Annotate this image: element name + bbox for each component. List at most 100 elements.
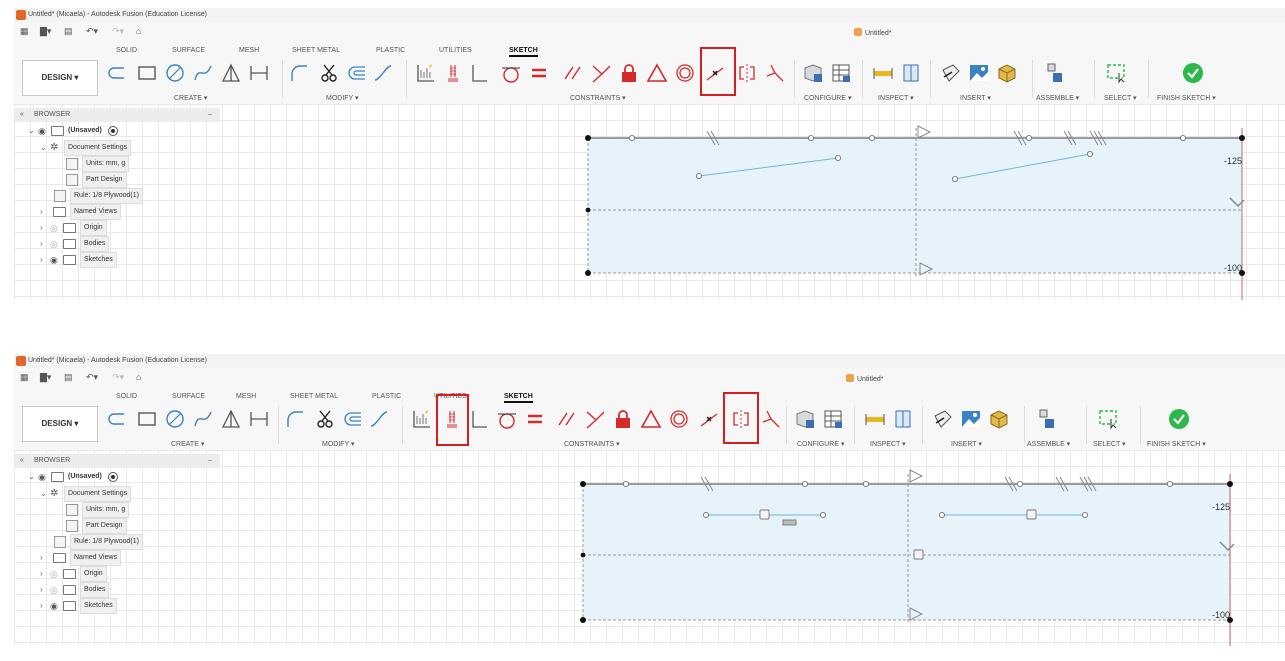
file-menu-icon[interactable]: ▇▾ [40,372,51,383]
symmetry-icon[interactable] [734,60,760,86]
create-group-label[interactable]: CREATE ▾ [174,94,207,102]
document-tab[interactable]: Untitled* [854,28,891,37]
inspect-group-label[interactable]: INSPECT ▾ [878,94,914,102]
corner-point[interactable] [580,481,586,487]
tab-sheet-metal[interactable]: SHEET METAL [290,393,338,400]
browser-collapse-icon[interactable]: « [20,108,24,122]
home-icon[interactable]: ⌂ [136,26,141,36]
corner-point[interactable] [1239,135,1245,141]
sketch-point[interactable] [696,173,703,180]
insert-group-label[interactable]: INSERT ▾ [951,440,982,448]
configure-table-icon[interactable] [820,406,846,432]
browser-item-units[interactable]: Units: mm, g [66,502,130,518]
concentric-icon[interactable] [672,60,698,86]
project-icon[interactable] [106,406,132,432]
sketch-point[interactable] [807,134,814,141]
redo-icon[interactable]: ↷▾ [112,372,124,383]
sketch-point[interactable] [1082,512,1089,519]
tab-solid[interactable]: SOLID [116,393,137,400]
tab-mesh[interactable]: MESH [236,393,256,400]
eye-icon[interactable]: ◉ [50,599,60,613]
expand-arrow-icon[interactable]: › [40,551,50,565]
configure-table-icon[interactable] [828,60,854,86]
tab-mesh[interactable]: MESH [239,47,259,54]
tab-surface[interactable]: SURFACE [172,47,205,54]
modify-group-label[interactable]: MODIFY ▾ [326,94,359,102]
parallel-icon[interactable] [560,60,586,86]
save-icon[interactable]: ▤ [64,26,73,37]
tab-surface[interactable]: SURFACE [172,393,205,400]
browser-item-origin[interactable]: › ◎ Origin [40,566,107,582]
inspect-section-icon[interactable] [898,60,924,86]
undo-icon[interactable]: ↶▾ [86,372,98,383]
corner-point[interactable] [585,207,591,213]
spline-icon[interactable] [190,406,216,432]
sketch-point[interactable] [629,134,636,141]
perpendicular-icon[interactable] [588,60,614,86]
expand-arrow-icon[interactable]: › [40,583,50,597]
circle-icon[interactable] [162,406,188,432]
tab-solid[interactable]: SOLID [116,47,137,54]
sketch-point[interactable] [862,480,869,487]
browser-item-part-design[interactable]: Part Design [66,518,127,534]
midpoint-constraint-icon[interactable] [696,406,722,432]
assemble-group-label[interactable]: ASSEMBLE ▾ [1027,440,1070,448]
sketch-geometry[interactable]: -125 -100 [570,454,1270,646]
browser-root-row[interactable]: ⌄ ◉ (Unsaved) [28,470,118,484]
dimension-line-icon[interactable] [246,406,272,432]
triangle-constraint-icon[interactable] [644,60,670,86]
collapse-arrow-icon[interactable]: ⌄ [40,487,50,501]
insert-decal-icon[interactable] [938,60,964,86]
browser-item-named-views[interactable]: › Named Views [40,550,122,566]
line-icon[interactable] [466,406,492,432]
tab-sketch[interactable]: SKETCH [509,47,538,57]
eye-icon[interactable]: ◉ [38,470,48,484]
sketch-point[interactable] [623,480,630,487]
browser-item-rule[interactable]: Rule: 1/8 Plywood(1) [54,188,143,204]
browser-item-sketches[interactable]: › ◉ Sketches [40,252,117,268]
show-hide-constraints-icon[interactable] [440,60,466,86]
expand-arrow-icon[interactable]: › [40,237,50,251]
browser-item-document-settings[interactable]: ⌄ ✲ Document Settings [40,140,132,156]
triangle-icon[interactable] [218,406,244,432]
corner-point[interactable] [1227,481,1233,487]
triangle-icon[interactable] [218,60,244,86]
line-icon[interactable] [466,60,492,86]
browser-minimize-icon[interactable]: – [208,454,212,468]
dimension-100[interactable]: -100 [1224,263,1242,273]
hidden-eye-icon[interactable]: ◎ [50,567,60,581]
corner-point[interactable] [585,270,591,276]
curvature-icon[interactable] [758,406,784,432]
browser-item-part-design[interactable]: Part Design [66,172,127,188]
fix-lock-icon[interactable] [610,406,636,432]
insert-mesh-icon[interactable] [986,406,1012,432]
active-radio-icon[interactable] [107,126,118,136]
expand-arrow-icon[interactable]: › [40,221,50,235]
hidden-eye-icon[interactable]: ◎ [50,583,60,597]
assemble-component-icon[interactable] [1034,406,1060,432]
sketch-geometry[interactable]: -125 -100 [574,108,1274,300]
insert-image-icon[interactable] [958,406,984,432]
configure-cube-icon[interactable] [792,406,818,432]
project-icon[interactable] [106,60,132,86]
sketch-palette-icon[interactable] [408,406,434,432]
measure-icon[interactable] [870,60,896,86]
browser-item-named-views[interactable]: › Named Views [40,204,122,220]
browser-item-bodies[interactable]: › ◎ Bodies [40,236,110,252]
sketch-profile[interactable] [588,138,1242,273]
sketch-point[interactable] [868,134,875,141]
dimension-125[interactable]: -125 [1212,502,1230,512]
sketch-point[interactable] [1016,480,1023,487]
offset-icon[interactable] [344,60,370,86]
grid-apps-icon[interactable]: ▦ [20,372,29,383]
collapse-arrow-icon[interactable]: ⌄ [28,470,38,484]
equal-icon[interactable] [522,406,548,432]
sketch-point[interactable] [951,176,958,183]
configure-cube-icon[interactable] [800,60,826,86]
circle-icon[interactable] [162,60,188,86]
horizontal-constraint-icon[interactable] [909,469,924,483]
expand-arrow-icon[interactable]: › [40,567,50,581]
dimension-100[interactable]: -100 [1212,610,1230,620]
document-tab[interactable]: Untitled* [846,374,883,383]
sketch-palette-icon[interactable] [412,60,438,86]
